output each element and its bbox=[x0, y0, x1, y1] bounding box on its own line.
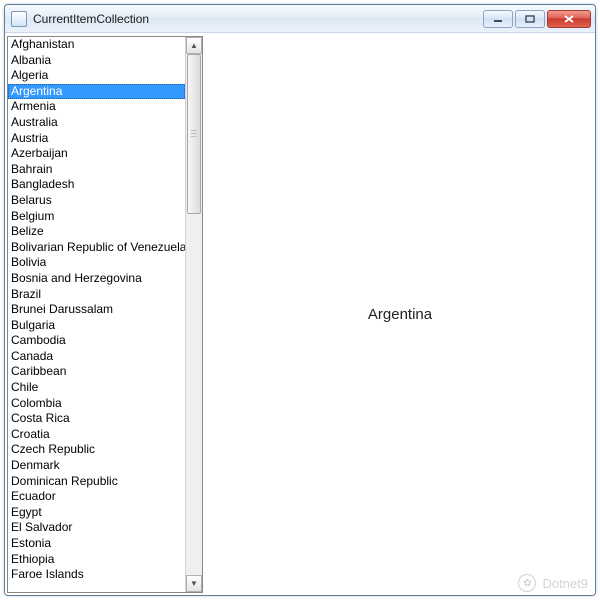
list-item[interactable]: Australia bbox=[8, 115, 185, 131]
app-icon bbox=[11, 11, 27, 27]
minimize-icon bbox=[493, 15, 503, 23]
list-item[interactable]: Dominican Republic bbox=[8, 474, 185, 490]
client-area: AfghanistanAlbaniaAlgeriaArgentinaArmeni… bbox=[5, 33, 595, 595]
listbox-viewport: AfghanistanAlbaniaAlgeriaArgentinaArmeni… bbox=[8, 37, 185, 592]
selected-country-label: Argentina bbox=[368, 306, 432, 323]
list-item[interactable]: Costa Rica bbox=[8, 411, 185, 427]
list-item[interactable]: Czech Republic bbox=[8, 442, 185, 458]
list-item[interactable]: El Salvador bbox=[8, 520, 185, 536]
window-buttons bbox=[483, 10, 591, 28]
list-item[interactable]: Afghanistan bbox=[8, 37, 185, 53]
app-window: CurrentItemCollection AfghanistanAlbania… bbox=[4, 4, 596, 596]
window-title: CurrentItemCollection bbox=[33, 12, 483, 26]
list-item[interactable]: Ecuador bbox=[8, 489, 185, 505]
list-item[interactable]: Bahrain bbox=[8, 162, 185, 178]
list-item[interactable]: Canada bbox=[8, 349, 185, 365]
titlebar[interactable]: CurrentItemCollection bbox=[5, 5, 595, 33]
list-item[interactable]: Chile bbox=[8, 380, 185, 396]
scroll-thumb[interactable] bbox=[187, 54, 201, 214]
list-item[interactable]: Cambodia bbox=[8, 333, 185, 349]
minimize-button[interactable] bbox=[483, 10, 513, 28]
list-item[interactable]: Bolivia bbox=[8, 255, 185, 271]
maximize-icon bbox=[525, 15, 535, 23]
list-item[interactable]: Armenia bbox=[8, 99, 185, 115]
maximize-button[interactable] bbox=[515, 10, 545, 28]
list-item[interactable]: Bolivarian Republic of Venezuela bbox=[8, 240, 185, 256]
country-listbox[interactable]: AfghanistanAlbaniaAlgeriaArgentinaArmeni… bbox=[7, 36, 203, 593]
list-item[interactable]: Bangladesh bbox=[8, 177, 185, 193]
close-icon bbox=[563, 14, 575, 24]
list-item[interactable]: Croatia bbox=[8, 427, 185, 443]
list-item[interactable]: Brunei Darussalam bbox=[8, 302, 185, 318]
list-item[interactable]: Argentina bbox=[8, 84, 185, 100]
close-button[interactable] bbox=[547, 10, 591, 28]
list-item[interactable]: Azerbaijan bbox=[8, 146, 185, 162]
list-item[interactable]: Caribbean bbox=[8, 364, 185, 380]
detail-panel: Argentina bbox=[205, 34, 595, 595]
scroll-track[interactable] bbox=[186, 54, 202, 575]
list-item[interactable]: Faroe Islands bbox=[8, 567, 185, 583]
list-item[interactable]: Algeria bbox=[8, 68, 185, 84]
scroll-down-button[interactable]: ▼ bbox=[186, 575, 202, 592]
list-item[interactable]: Denmark bbox=[8, 458, 185, 474]
list-item[interactable]: Bulgaria bbox=[8, 318, 185, 334]
list-item[interactable]: Belarus bbox=[8, 193, 185, 209]
list-item[interactable]: Egypt bbox=[8, 505, 185, 521]
list-item[interactable]: Albania bbox=[8, 53, 185, 69]
list-item[interactable]: Austria bbox=[8, 131, 185, 147]
list-item[interactable]: Belize bbox=[8, 224, 185, 240]
vertical-scrollbar[interactable]: ▲ ▼ bbox=[185, 37, 202, 592]
scroll-up-button[interactable]: ▲ bbox=[186, 37, 202, 54]
list-item[interactable]: Bosnia and Herzegovina bbox=[8, 271, 185, 287]
list-item[interactable]: Brazil bbox=[8, 287, 185, 303]
list-item[interactable]: Colombia bbox=[8, 396, 185, 412]
list-item[interactable]: Belgium bbox=[8, 209, 185, 225]
list-item[interactable]: Estonia bbox=[8, 536, 185, 552]
list-item[interactable]: Ethiopia bbox=[8, 552, 185, 568]
